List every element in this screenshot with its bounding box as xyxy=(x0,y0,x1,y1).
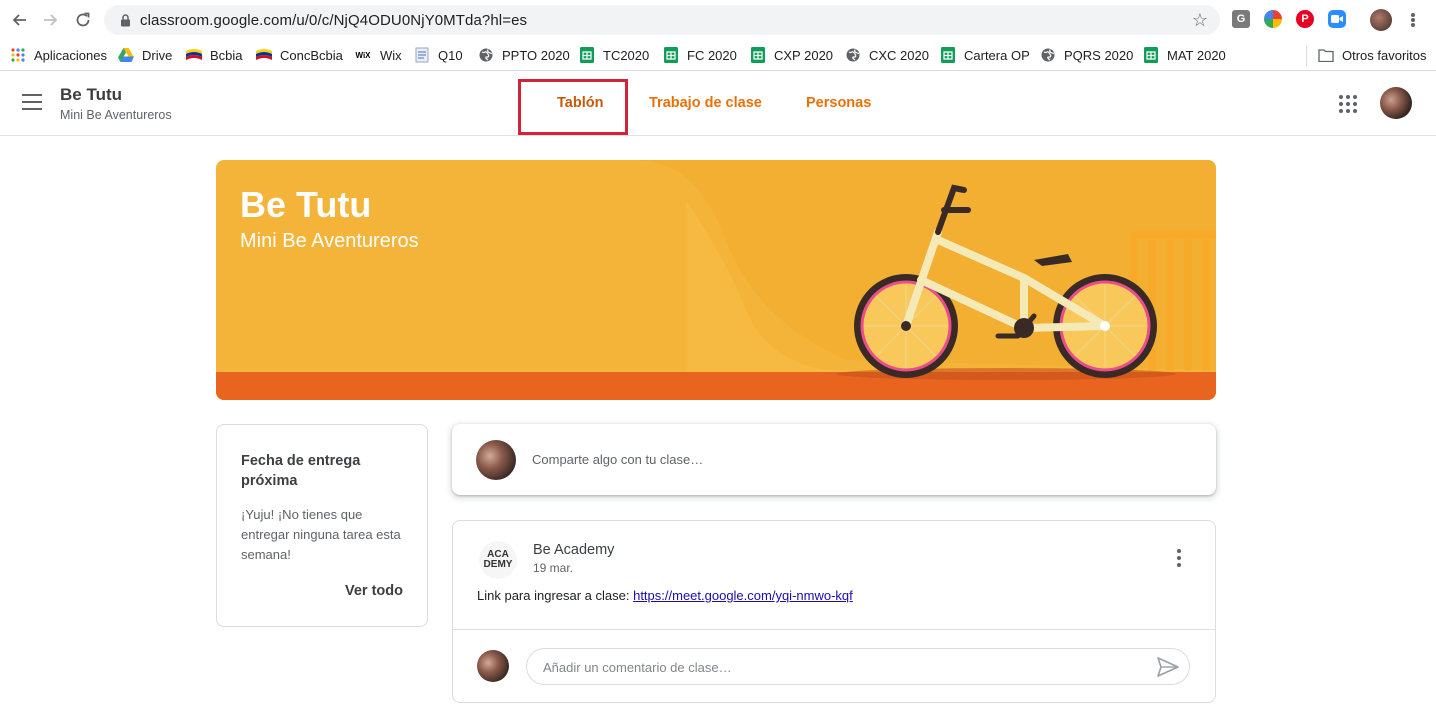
url-text: classroom.google.com/u/0/c/NjQ4ODU0NjY0M… xyxy=(140,11,528,29)
bookmark-pqrs-2020[interactable]: PQRS 2020 xyxy=(1040,44,1133,66)
bookmark-label: Bcbia xyxy=(210,47,243,63)
sheets-icon xyxy=(1143,47,1159,63)
upcoming-card: Fecha de entrega próxima ¡Yuju! ¡No tien… xyxy=(216,424,428,627)
globe-icon xyxy=(845,47,861,63)
comment-placeholder: Añadir un comentario de clase… xyxy=(543,660,732,675)
post-date: 19 mar. xyxy=(533,561,574,575)
bookmark-label: CXC 2020 xyxy=(869,47,929,63)
lock-icon xyxy=(118,13,132,27)
bookmark-label: ConcBcbia xyxy=(280,47,343,63)
tab-personas[interactable]: Personas xyxy=(806,95,871,111)
bookmark-label: PQRS 2020 xyxy=(1064,47,1134,63)
post-divider xyxy=(453,629,1215,630)
bookmark-tc2020[interactable]: TC2020 xyxy=(579,44,649,66)
flag-icon xyxy=(186,47,202,63)
classroom-header: Be Tutu Mini Be Aventureros Tablón Traba… xyxy=(0,71,1436,136)
bookmark-aplicaciones[interactable]: Aplicaciones xyxy=(10,44,107,66)
account-avatar[interactable] xyxy=(1380,87,1412,119)
class-title[interactable]: Be Tutu xyxy=(60,85,122,105)
tab-highlight-box xyxy=(518,79,628,135)
google-apps-icon[interactable] xyxy=(1339,95,1357,113)
bookmarks-bar: Aplicaciones Drive Bcbia ConcBcbia WiX W… xyxy=(0,40,1436,71)
post-author: Be Academy xyxy=(533,542,615,558)
upcoming-message: ¡Yuju! ¡No tienes que entregar ninguna t… xyxy=(241,507,401,562)
class-comment-input[interactable]: Añadir un comentario de clase… xyxy=(526,648,1190,685)
address-bar[interactable]: classroom.google.com/u/0/c/NjQ4ODU0NjY0M… xyxy=(104,5,1220,35)
send-icon[interactable] xyxy=(1157,657,1179,677)
doc-icon xyxy=(414,47,430,63)
post-body: Link para ingresar a clase: https://meet… xyxy=(477,588,853,603)
apps-grid-icon xyxy=(10,47,26,63)
share-with-class-box[interactable]: Comparte algo con tu clase… xyxy=(452,424,1216,495)
share-placeholder: Comparte algo con tu clase… xyxy=(532,452,704,467)
banner-title: Be Tutu xyxy=(240,184,372,225)
reload-icon[interactable] xyxy=(72,9,94,31)
meet-link[interactable]: https://meet.google.com/yqi-nmwo-kqf xyxy=(633,588,853,603)
other-bookmarks-label: Otros favoritos xyxy=(1342,47,1427,63)
bookmark-label: FC 2020 xyxy=(687,47,737,63)
bookmark-label: Wix xyxy=(380,47,402,63)
bookmark-drive[interactable]: Drive xyxy=(118,44,172,66)
sheets-icon xyxy=(750,47,766,63)
bookmark-label: CXP 2020 xyxy=(774,47,834,63)
g-extension-icon[interactable]: G xyxy=(1232,10,1250,28)
sheets-icon xyxy=(579,47,595,63)
bookmark-cxp-2020[interactable]: CXP 2020 xyxy=(750,44,833,66)
back-icon[interactable] xyxy=(8,9,30,31)
sheets-icon xyxy=(663,47,679,63)
bookmarks-divider xyxy=(1306,46,1307,66)
bookmark-cartera-op[interactable]: Cartera OP xyxy=(940,44,1030,66)
announcement-post: ACA DEMY Be Academy 19 mar. Link para ing… xyxy=(452,520,1216,703)
upcoming-heading: Fecha de entrega próxima xyxy=(241,453,361,489)
bookmark-concbcbia[interactable]: ConcBcbia xyxy=(256,44,343,66)
view-all-button[interactable]: Ver todo xyxy=(345,583,403,599)
bookmark-label: Cartera OP xyxy=(964,47,1030,63)
bookmark-label: Drive xyxy=(142,47,173,63)
commenter-avatar xyxy=(477,650,509,682)
globe-icon xyxy=(478,47,494,63)
banner-subtitle: Mini Be Aventureros xyxy=(240,230,419,252)
bookmark-mat-2020[interactable]: MAT 2020 xyxy=(1143,44,1226,66)
bookmark-label: Aplicaciones xyxy=(34,47,107,63)
zoom-icon[interactable] xyxy=(1328,10,1346,28)
bookmark-cxc-2020[interactable]: CXC 2020 xyxy=(845,44,929,66)
bookmark-label: MAT 2020 xyxy=(1167,47,1226,63)
class-banner: Be Tutu Mini Be Aventureros xyxy=(216,160,1216,400)
flag-icon xyxy=(256,47,272,63)
folder-icon xyxy=(1318,47,1334,63)
be-academy-logo: ACA DEMY xyxy=(479,541,517,579)
more-options-icon[interactable] xyxy=(1177,549,1183,567)
bookmark-bcbia[interactable]: Bcbia xyxy=(186,44,243,66)
drive-icon xyxy=(118,47,134,63)
bookmark-q10[interactable]: Q10 xyxy=(414,44,463,66)
globe-icon xyxy=(1040,47,1056,63)
bookmark-label: TC2020 xyxy=(603,47,650,63)
user-avatar xyxy=(476,440,516,480)
browser-toolbar: classroom.google.com/u/0/c/NjQ4ODU0NjY0M… xyxy=(0,0,1436,40)
forward-icon[interactable] xyxy=(40,9,62,31)
class-section: Mini Be Aventureros xyxy=(60,108,172,122)
main-menu-icon[interactable] xyxy=(22,94,42,110)
bookmark-star-icon[interactable]: ☆ xyxy=(1192,10,1208,31)
browser-profile-avatar[interactable] xyxy=(1370,9,1392,31)
sheets-icon xyxy=(940,47,956,63)
bookmark-label: Q10 xyxy=(438,47,463,63)
bookmark-ppto-2020[interactable]: PPTO 2020 xyxy=(478,44,570,66)
bookmark-label: PPTO 2020 xyxy=(502,47,570,63)
chrome-color-icon[interactable] xyxy=(1264,10,1282,28)
tab-trabajo-de-clase[interactable]: Trabajo de clase xyxy=(649,95,762,111)
wix-icon: WiX xyxy=(355,50,371,60)
post-body-text: Link para ingresar a clase: xyxy=(477,588,634,603)
bookmark-fc-2020[interactable]: FC 2020 xyxy=(663,44,737,66)
bookmark-wix[interactable]: WiX Wix xyxy=(354,44,402,66)
other-bookmarks[interactable]: Otros favoritos xyxy=(1318,44,1427,66)
browser-menu-icon[interactable] xyxy=(1406,9,1420,31)
pinterest-icon[interactable]: P xyxy=(1296,10,1314,28)
